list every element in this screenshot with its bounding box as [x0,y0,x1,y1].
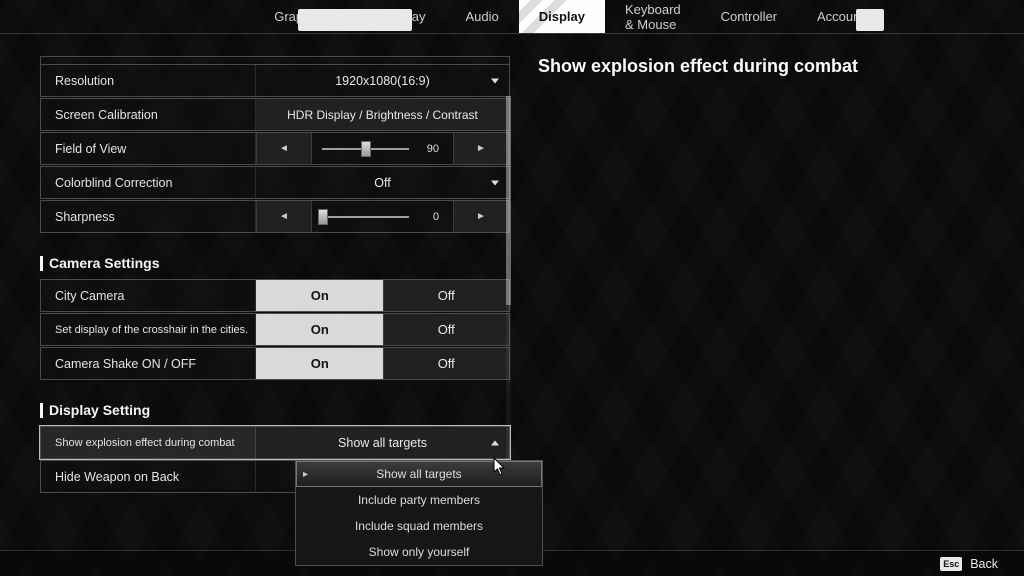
slider-thumb[interactable] [318,209,328,225]
explosion-option-squad-members[interactable]: Include squad members [296,513,542,539]
back-key-badge: Esc [940,557,962,571]
toggle-on[interactable]: On [256,280,383,311]
screen-calibration-button[interactable]: HDR Display / Brightness / Contrast [256,99,509,130]
sharpness-increment-button[interactable]: ► [453,201,509,232]
row-field-of-view[interactable]: Field of View ◄ 90 ► [40,132,510,165]
fov-label: Field of View [41,133,256,164]
sharpness-label: Sharpness [41,201,256,232]
next-tab-key-hint: E [856,9,884,31]
list-top-edge [40,56,510,64]
toggle-on[interactable]: On [256,348,383,379]
explosion-effect-dropdown[interactable]: Show all targets [256,427,509,458]
tab-display[interactable]: Display [519,0,605,33]
tab-audio[interactable]: Audio [446,0,519,33]
row-camera-shake[interactable]: Camera Shake ON / OFF On Off [40,347,510,380]
toggle-on[interactable]: On [256,314,383,345]
colorblind-label: Colorblind Correction [41,167,256,198]
row-resolution[interactable]: Resolution 1920x1080(16:9) [40,64,510,97]
toggle-off[interactable]: Off [383,348,510,379]
screen-calibration-value: HDR Display / Brightness / Contrast [287,108,478,122]
fov-value: 90 [427,143,439,155]
slider-track [322,216,409,218]
chevron-down-icon [491,440,499,445]
explosion-effect-value: Show all targets [338,436,427,450]
city-camera-label: City Camera [41,280,256,311]
scrollbar-thumb[interactable] [506,96,511,305]
crosshair-cities-label: Set display of the crosshair in the citi… [41,314,256,345]
slider-thumb[interactable] [361,141,371,157]
sharpness-value: 0 [433,211,439,223]
explosion-effect-options[interactable]: Show all targets Include party members I… [295,460,543,566]
chevron-down-icon [491,180,499,185]
tab-keyboard-mouse[interactable]: Keyboard & Mouse [605,0,701,33]
sharpness-decrement-button[interactable]: ◄ [256,201,312,232]
screen-calibration-label: Screen Calibration [41,99,256,130]
section-heading-display: Display Setting [40,402,510,418]
explosion-option-only-yourself[interactable]: Show only yourself [296,539,542,565]
camera-shake-label: Camera Shake ON / OFF [41,348,256,379]
crosshair-cities-toggle[interactable]: On Off [256,314,509,345]
settings-tabbar: Q Graphics Gameplay Audio Display Keyboa… [0,0,1024,34]
description-title: Show explosion effect during combat [538,56,1024,77]
resolution-value: 1920x1080(16:9) [335,74,430,88]
toggle-off[interactable]: Off [383,280,510,311]
back-button[interactable]: Back [970,557,998,571]
fov-increment-button[interactable]: ► [453,133,509,164]
resolution-label: Resolution [41,65,256,96]
row-explosion-effect[interactable]: Show explosion effect during combat Show… [40,426,510,459]
explosion-option-all-targets[interactable]: Show all targets [296,461,542,487]
explosion-effect-label: Show explosion effect during combat [41,427,256,458]
section-heading-camera: Camera Settings [40,255,510,271]
colorblind-dropdown[interactable]: Off [256,167,509,198]
fov-decrement-button[interactable]: ◄ [256,133,312,164]
row-screen-calibration[interactable]: Screen Calibration HDR Display / Brightn… [40,98,510,131]
hide-weapon-label: Hide Weapon on Back [41,461,256,492]
row-crosshair-cities[interactable]: Set display of the crosshair in the citi… [40,313,510,346]
tab-controller[interactable]: Controller [701,0,797,33]
explosion-option-party-members[interactable]: Include party members [296,487,542,513]
colorblind-value: Off [374,176,390,190]
chevron-down-icon [491,78,499,83]
row-city-camera[interactable]: City Camera On Off [40,279,510,312]
row-sharpness[interactable]: Sharpness ◄ 0 ► [40,200,510,233]
city-camera-toggle[interactable]: On Off [256,280,509,311]
sharpness-slider[interactable]: 0 [312,201,453,232]
row-colorblind[interactable]: Colorblind Correction Off [40,166,510,199]
prev-tab-key-hint: Q [298,9,412,31]
toggle-off[interactable]: Off [383,314,510,345]
camera-shake-toggle[interactable]: On Off [256,348,509,379]
settings-list: Resolution 1920x1080(16:9) Screen Calibr… [0,34,510,550]
description-panel: Show explosion effect during combat [510,34,1024,550]
resolution-dropdown[interactable]: 1920x1080(16:9) [256,65,509,96]
fov-slider[interactable]: 90 [312,133,453,164]
